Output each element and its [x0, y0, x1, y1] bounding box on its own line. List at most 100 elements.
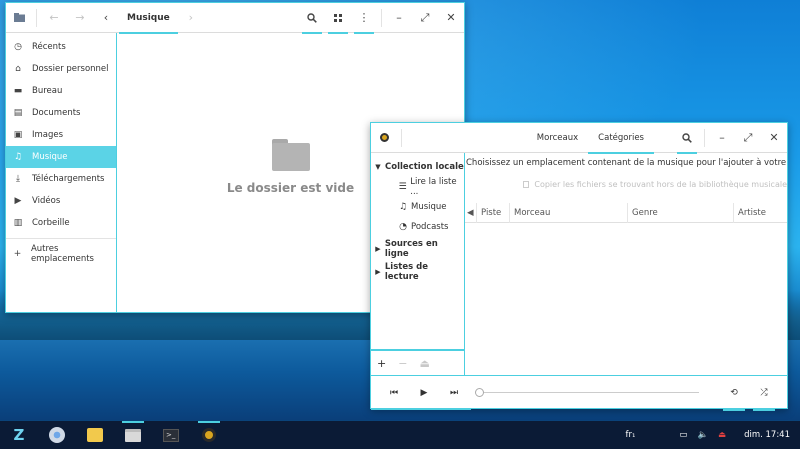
previous-icon[interactable]: ⏮ — [379, 376, 409, 410]
maximize-icon[interactable]: ⤢ — [412, 3, 438, 33]
library-actions: + − ⏏ — [371, 349, 464, 375]
library-sidebar: ▼ Collection locale ☰ Lire la liste ... … — [371, 153, 465, 375]
choose-location-message: Choisissez un emplacement contenant de l… — [466, 158, 787, 168]
close-icon[interactable]: ✕ — [438, 3, 464, 33]
minimize-icon[interactable]: – — [386, 3, 412, 33]
close-icon[interactable]: ✕ — [761, 123, 787, 153]
sidebar-item-label: Corbeille — [32, 218, 70, 228]
column-track[interactable]: Piste — [477, 203, 510, 223]
tree-label: Sources en ligne — [384, 239, 438, 259]
maximize-icon[interactable]: ⤢ — [735, 123, 761, 153]
places-sidebar: ◷ Récents ⌂ Dossier personnel ▬ Bureau ▤… — [6, 33, 117, 312]
desktop-icon: ▬ — [13, 86, 23, 96]
path-bar-current[interactable]: Musique — [119, 3, 178, 34]
expand-down-icon: ▼ — [375, 163, 381, 171]
titlebar-separator — [36, 8, 37, 27]
tree-label: Lire la liste ... — [410, 177, 457, 197]
menu-kebab-icon[interactable]: ⋮ — [351, 3, 377, 34]
tree-item-playlist[interactable]: ☰ Lire la liste ... — [371, 177, 464, 197]
zorin-menu-icon[interactable]: Z — [0, 421, 38, 449]
seek-handle[interactable] — [475, 388, 484, 397]
music-app-icon — [371, 123, 397, 153]
sidebar-item-label: Récents — [32, 42, 66, 52]
sidebar-item-other-locations[interactable]: + Autres emplacements — [6, 243, 116, 265]
music-note-icon: ♫ — [398, 202, 408, 212]
sidebar-item-documents[interactable]: ▤ Documents — [6, 102, 116, 124]
sidebar-item-images[interactable]: ▣ Images — [6, 124, 116, 146]
sidebar-item-trash[interactable]: ▥ Corbeille — [6, 212, 116, 234]
column-title[interactable]: Morceau — [510, 203, 628, 223]
play-icon[interactable]: ▶ — [409, 376, 439, 410]
music-taskbar-icon[interactable] — [190, 421, 228, 449]
search-icon[interactable] — [299, 3, 325, 34]
tree-online-sources[interactable]: ▶ Sources en ligne — [371, 239, 464, 259]
sidebar-item-label: Autres emplacements — [30, 244, 94, 264]
tree-label: Podcasts — [411, 222, 449, 232]
playlist-icon: ☰ — [398, 182, 407, 192]
tree-local-collection[interactable]: ▼ Collection locale — [371, 157, 464, 177]
tab-categories[interactable]: Catégories — [588, 123, 654, 154]
sidebar-item-home[interactable]: ⌂ Dossier personnel — [6, 58, 116, 80]
repeat-icon[interactable]: ⟲ — [719, 376, 749, 411]
forward-arrow-icon[interactable]: → — [67, 3, 93, 33]
sidebar-item-music[interactable]: ♫ Musique — [6, 146, 116, 168]
speaker-icon: ◀ — [465, 203, 477, 223]
tab-tracks[interactable]: Morceaux — [527, 123, 588, 153]
sidebar-item-downloads[interactable]: ⤓ Téléchargements — [6, 168, 116, 190]
mail-icon[interactable] — [76, 421, 114, 449]
tree-item-music[interactable]: ♫ Musique — [371, 197, 464, 217]
files-taskbar-icon[interactable] — [114, 421, 152, 449]
empty-folder-icon — [271, 138, 310, 171]
chevron-left-icon[interactable]: ‹ — [93, 3, 119, 33]
keyboard-layout-indicator[interactable]: fr₁ — [626, 430, 636, 440]
seek-slider[interactable] — [469, 376, 719, 410]
document-icon: ▤ — [13, 108, 23, 118]
sidebar-item-label: Dossier personnel — [32, 64, 109, 74]
music-player-titlebar: Morceaux Catégories – ⤢ ✕ — [371, 123, 787, 154]
tree-playlists[interactable]: ▶ Listes de lecture — [371, 262, 464, 282]
sidebar-item-videos[interactable]: ▶ Vidéos — [6, 190, 116, 212]
volume-icon[interactable]: 🔈 — [697, 430, 708, 440]
sidebar-item-recents[interactable]: ◷ Récents — [6, 36, 116, 58]
sidebar-item-label: Vidéos — [32, 196, 61, 206]
podcast-icon: ◔ — [399, 222, 407, 232]
sidebar-divider — [6, 238, 116, 239]
library-content: Choisissez un emplacement contenant de l… — [465, 153, 787, 375]
minimize-icon[interactable]: – — [709, 123, 735, 153]
titlebar-separator — [401, 128, 402, 147]
tree-label: Collection locale — [385, 162, 464, 172]
column-artist[interactable]: Artiste — [734, 203, 787, 223]
home-icon: ⌂ — [15, 64, 21, 74]
next-icon[interactable]: ⏭ — [439, 376, 469, 410]
grid-view-icon[interactable] — [325, 3, 351, 34]
chevron-right-icon[interactable]: › — [178, 3, 204, 33]
copy-files-option[interactable]: Copier les fichiers se trouvant hors de … — [465, 173, 787, 195]
expand-right-icon: ▶ — [375, 245, 381, 253]
back-arrow-icon[interactable]: ← — [41, 3, 67, 33]
clock[interactable]: dim. 17:41 — [744, 430, 790, 440]
remove-icon[interactable]: − — [398, 357, 407, 370]
sidebar-item-desktop[interactable]: ▬ Bureau — [6, 80, 116, 102]
sidebar-item-label: Images — [32, 130, 64, 140]
terminal-icon[interactable]: >_ — [152, 421, 190, 449]
column-genre[interactable]: Genre — [628, 203, 734, 223]
titlebar-separator — [704, 128, 705, 147]
tree-item-podcasts[interactable]: ◔ Podcasts — [371, 217, 464, 237]
add-icon[interactable]: + — [377, 357, 386, 370]
files-app-icon[interactable] — [6, 3, 32, 33]
copy-files-checkbox[interactable] — [523, 180, 530, 188]
browser-icon[interactable] — [38, 421, 76, 449]
system-tray: fr₁ ▭ 🔈 ⏏ dim. 17:41 — [626, 430, 800, 440]
shuffle-icon[interactable]: ⤮ — [749, 376, 779, 411]
eject-icon[interactable]: ⏏ — [419, 357, 429, 370]
tree-label: Musique — [411, 202, 447, 212]
record-icon[interactable]: ⏏ — [718, 430, 726, 440]
display-icon[interactable]: ▭ — [679, 430, 687, 440]
image-icon: ▣ — [13, 130, 23, 140]
tree-label: Listes de lecture — [384, 262, 428, 282]
track-list[interactable] — [465, 223, 787, 375]
taskbar: Z >_ fr₁ ▭ 🔈 ⏏ dim. 17:41 — [0, 421, 800, 449]
download-icon: ⤓ — [16, 174, 20, 184]
search-icon[interactable] — [674, 123, 700, 154]
music-player-window: Morceaux Catégories – ⤢ ✕ ▼ Collection l… — [370, 122, 788, 411]
